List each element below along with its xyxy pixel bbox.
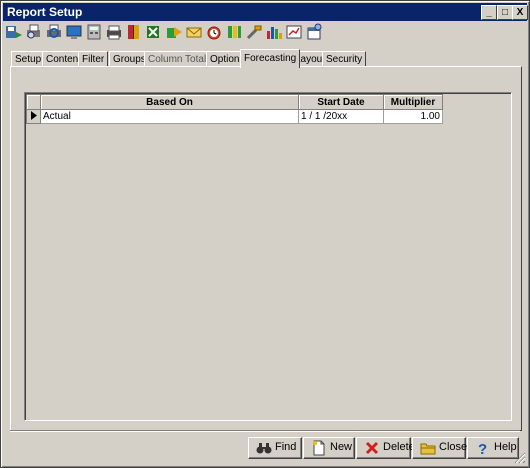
help-question-icon: ?	[475, 440, 491, 458]
tab-setup[interactable]: Setup	[11, 51, 46, 67]
close-window-button[interactable]: X	[512, 5, 528, 20]
minimize-button[interactable]: _	[481, 5, 497, 20]
export-spreadsheet-icon[interactable]	[145, 23, 163, 41]
delete-x-icon	[364, 440, 380, 456]
report-book-icon[interactable]	[125, 23, 143, 41]
current-row-arrow-icon	[30, 110, 37, 120]
cell-multiplier[interactable]: 1.00	[383, 109, 443, 124]
bar-chart-icon[interactable]	[265, 23, 283, 41]
row-selector[interactable]	[26, 109, 41, 124]
forecast-grid[interactable]: Based On Start Date Multiplier Actual 1 …	[24, 92, 512, 421]
tools-icon[interactable]	[245, 23, 263, 41]
column-header-multiplier[interactable]: Multiplier	[383, 94, 443, 110]
folder-icon	[420, 440, 436, 456]
window-title: Report Setup	[7, 5, 83, 19]
monitor-icon[interactable]	[65, 23, 83, 41]
tab-security[interactable]: Security	[322, 51, 367, 67]
print-setup-icon[interactable]	[45, 23, 63, 41]
close-button[interactable]: Close	[412, 437, 468, 459]
delete-button[interactable]: Delete	[356, 437, 415, 459]
schedule-icon[interactable]	[305, 23, 323, 41]
chart-wizard-icon[interactable]	[285, 23, 303, 41]
new-button[interactable]: New	[303, 437, 355, 459]
calculator-icon[interactable]	[85, 23, 103, 41]
column-header-start-date[interactable]: Start Date	[298, 94, 384, 110]
footer-divider	[10, 430, 520, 432]
tab-forecasting[interactable]: Forecasting	[240, 49, 301, 68]
printer-icon[interactable]	[105, 23, 123, 41]
binoculars-icon	[256, 440, 272, 456]
row-selector-header	[26, 94, 41, 110]
email-icon[interactable]	[185, 23, 203, 41]
forecast-table: Based On Start Date Multiplier Actual 1 …	[26, 94, 443, 124]
alarm-clock-icon[interactable]	[205, 23, 223, 41]
table-header-row: Based On Start Date Multiplier	[26, 94, 443, 110]
find-button-label: Find	[275, 441, 297, 453]
close-button-label: Close	[439, 441, 468, 453]
maximize-button[interactable]: □	[497, 5, 513, 20]
report-setup-window: Report Setup _ □ X Setup Content Filter …	[0, 0, 530, 468]
new-document-icon	[311, 440, 327, 456]
tab-column-totals[interactable]: Column Totals	[144, 51, 216, 67]
title-bar[interactable]: Report Setup _ □ X	[3, 3, 528, 21]
find-button[interactable]: Find	[248, 437, 302, 459]
print-preview-icon[interactable]	[25, 23, 43, 41]
export-arrow-icon[interactable]	[165, 23, 183, 41]
resize-grip-icon[interactable]	[514, 452, 526, 464]
delete-button-label: Delete	[383, 441, 415, 453]
save-and-run-icon[interactable]	[5, 23, 23, 41]
tab-filter[interactable]: Filter	[78, 51, 109, 67]
cell-based-on[interactable]: Actual	[40, 109, 299, 124]
svg-text:?: ?	[478, 441, 487, 456]
new-button-label: New	[330, 441, 353, 453]
cell-start-date[interactable]: 1 / 1 /20xx	[298, 109, 384, 124]
column-header-based-on[interactable]: Based On	[40, 94, 299, 110]
help-button[interactable]: ? Help	[467, 437, 519, 459]
table-row[interactable]: Actual 1 / 1 /20xx 1.00	[26, 109, 443, 124]
toolbar	[5, 22, 525, 44]
columns-icon[interactable]	[225, 23, 243, 41]
